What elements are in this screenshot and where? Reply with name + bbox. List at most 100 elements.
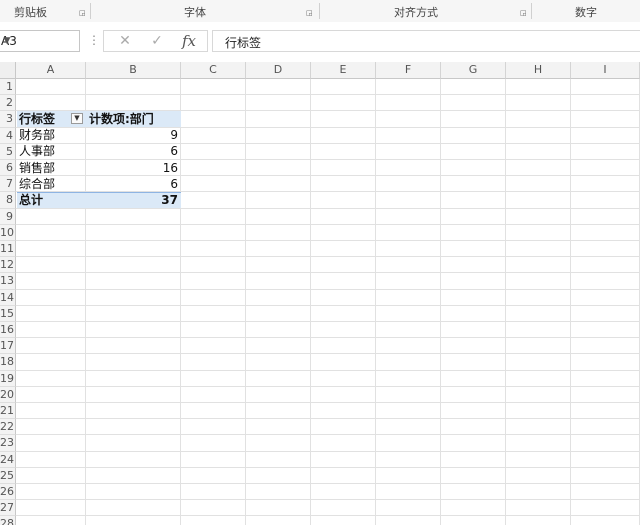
pivot-total-label[interactable]: 总计 (19, 192, 43, 208)
row-gridline (16, 483, 640, 484)
row-header-24[interactable]: 24 (0, 451, 16, 468)
row-header-13[interactable]: 13 (0, 273, 16, 290)
filter-dropdown-icon[interactable]: ▼ (71, 113, 83, 125)
row-header-14[interactable]: 14 (0, 289, 16, 306)
column-header-g[interactable]: G (441, 62, 506, 79)
row-header-11[interactable]: 11 (0, 241, 16, 258)
row-gridline (16, 256, 640, 258)
pivot-row-label[interactable]: 综合部 (19, 176, 55, 192)
formula-bar: A3 ▼ ⋮ ✕ ✓ fx 行标签 (0, 22, 640, 63)
pivot-row-label[interactable]: 销售部 (19, 160, 55, 176)
ribbon-group-font: 字体 ◲ (91, 0, 319, 22)
row-header-6[interactable]: 6 (0, 160, 16, 177)
row-header-26[interactable]: 26 (0, 484, 16, 501)
column-header-h[interactable]: H (506, 62, 571, 79)
column-header-e[interactable]: E (311, 62, 376, 79)
ribbon-group-labels: 剪贴板 ◲ 字体 ◲ 对齐方式 ◲ 数字 (0, 0, 640, 23)
row-gridline (16, 418, 640, 420)
ribbon-group-clipboard: 剪贴板 ◲ (0, 0, 90, 22)
row-header-8[interactable]: 8 (0, 192, 16, 209)
row-header-3[interactable]: 3 (0, 111, 16, 128)
column-gridline (375, 79, 376, 525)
row-header-4[interactable]: 4 (0, 127, 16, 144)
pivot-row-value[interactable]: 9 (87, 127, 178, 143)
row-header-19[interactable]: 19 (0, 370, 16, 387)
row-gridline (16, 385, 640, 387)
row-header-16[interactable]: 16 (0, 322, 16, 339)
row-header-15[interactable]: 15 (0, 305, 16, 322)
name-box-dropdown-icon[interactable]: ▼ (1, 33, 13, 49)
row-header-5[interactable]: 5 (0, 143, 16, 160)
column-gridline (85, 79, 86, 525)
enter-icon[interactable]: ✓ (146, 32, 168, 50)
row-header-18[interactable]: 18 (0, 354, 16, 371)
clipboard-group-label: 剪贴板 (14, 6, 47, 19)
pivot-value-header[interactable]: 计数项:部门 (89, 111, 154, 127)
cancel-icon[interactable]: ✕ (114, 32, 136, 50)
column-gridline (310, 79, 311, 525)
insert-function-icon[interactable]: fx (178, 32, 200, 50)
font-dialog-launcher-icon[interactable]: ◲ (306, 10, 313, 17)
column-gridline (440, 79, 441, 525)
row-header-9[interactable]: 9 (0, 208, 16, 225)
row-header-25[interactable]: 25 (0, 467, 16, 484)
row-gridline (16, 369, 640, 371)
row-gridline (16, 321, 640, 322)
pivot-total-value[interactable]: 37 (87, 192, 178, 208)
row-gridline (16, 240, 640, 241)
column-header-c[interactable]: C (181, 62, 246, 79)
row-gridline (16, 304, 640, 306)
row-gridline (16, 515, 640, 517)
row-header-27[interactable]: 27 (0, 500, 16, 517)
pivot-row-value[interactable]: 6 (87, 143, 178, 159)
row-gridline (16, 466, 640, 468)
formula-input[interactable]: 行标签 (212, 30, 640, 52)
number-group-label: 数字 (575, 6, 597, 19)
select-all-corner[interactable] (0, 62, 16, 79)
column-header-d[interactable]: D (246, 62, 311, 79)
name-box[interactable]: A3 ▼ (0, 30, 80, 52)
worksheet-grid[interactable]: A B C D E F G H I 1 2 3 4 5 6 7 8 9 10 11 12 13 14 15 16 17 18 19 20… (0, 62, 640, 525)
row-header-2[interactable]: 2 (0, 95, 16, 112)
column-gridline (570, 79, 571, 525)
row-gridline (16, 223, 640, 225)
alignment-dialog-launcher-icon[interactable]: ◲ (520, 10, 527, 17)
column-header-i[interactable]: I (571, 62, 640, 79)
pivot-row-value[interactable]: 16 (87, 160, 178, 176)
row-gridline (16, 337, 640, 339)
formula-bar-more-icon[interactable]: ⋮ (88, 33, 100, 47)
formula-buttons: ✕ ✓ fx (103, 30, 208, 52)
row-gridline (16, 450, 640, 452)
row-header-20[interactable]: 20 (0, 386, 16, 403)
row-gridline (16, 402, 640, 403)
font-group-label: 字体 (184, 6, 206, 19)
column-header-a[interactable]: A (16, 62, 86, 79)
row-gridline (16, 94, 640, 96)
row-header-22[interactable]: 22 (0, 419, 16, 436)
row-header-10[interactable]: 10 (0, 224, 16, 241)
column-gridline (505, 79, 506, 525)
row-header-7[interactable]: 7 (0, 176, 16, 193)
column-gridline (180, 79, 181, 525)
row-header-21[interactable]: 21 (0, 403, 16, 420)
row-gridline (16, 353, 640, 355)
row-gridline (16, 434, 640, 436)
row-gridline (16, 499, 640, 501)
pivot-row-label-header[interactable]: 行标签 (19, 111, 55, 127)
pivot-row-value[interactable]: 6 (87, 176, 178, 192)
row-header-28[interactable]: 28 (0, 516, 16, 525)
column-header-b[interactable]: B (86, 62, 181, 79)
row-header-17[interactable]: 17 (0, 338, 16, 355)
formula-input-value: 行标签 (225, 36, 262, 50)
clipboard-dialog-launcher-icon[interactable]: ◲ (79, 10, 86, 17)
pivot-row-label[interactable]: 财务部 (19, 127, 55, 143)
alignment-group-label: 对齐方式 (394, 6, 438, 19)
row-header-23[interactable]: 23 (0, 435, 16, 452)
pivot-row-label[interactable]: 人事部 (19, 143, 55, 159)
row-header-12[interactable]: 12 (0, 257, 16, 274)
row-gridline (16, 272, 640, 274)
row-header-1[interactable]: 1 (0, 79, 16, 96)
column-header-f[interactable]: F (376, 62, 441, 79)
ribbon-group-alignment: 对齐方式 ◲ (320, 0, 531, 22)
row-gridline (16, 288, 640, 290)
